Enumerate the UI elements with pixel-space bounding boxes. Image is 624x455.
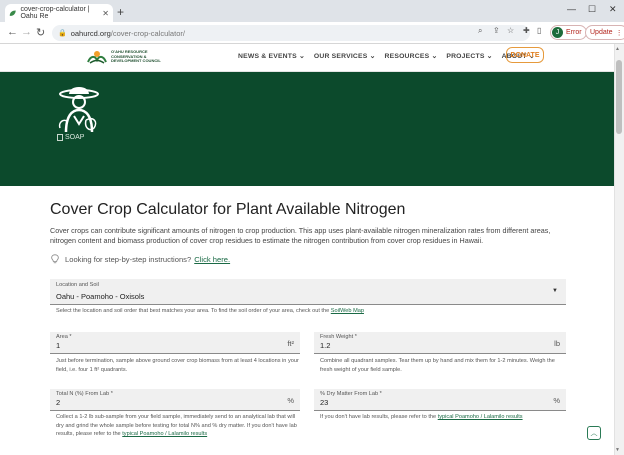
minimize-icon[interactable]: —	[567, 4, 576, 14]
more-menu-icon: ⋮	[615, 29, 623, 37]
url-path: /cover-crop-calculator/	[110, 28, 185, 38]
logo-text: O'AHU RESOURCE CONSERVATION & DEVELOPMEN…	[111, 49, 161, 64]
location-helper-text: Select the location and soil order that …	[56, 308, 330, 314]
extensions-puzzle-icon[interactable]: ✚	[523, 26, 530, 35]
area-label: Area *	[56, 334, 72, 340]
total-n-label: Total N (%) From Lab *	[56, 391, 113, 397]
site-header: O'AHU RESOURCE CONSERVATION & DEVELOPMEN…	[0, 44, 614, 72]
scrollbar-thumb[interactable]	[616, 60, 622, 134]
instructions-prompt: Looking for step-by-step instructions? C…	[50, 254, 230, 264]
url-domain: oahurcd.org	[70, 28, 111, 38]
nav-news-events[interactable]: NEWS & EVENTS ⌄	[238, 52, 305, 60]
profile-status: Error	[566, 29, 582, 36]
update-button[interactable]: Update ⋮	[585, 25, 624, 40]
browser-tab[interactable]: cover-crop-calculator | Oahu Re ✕	[5, 4, 113, 22]
dry-matter-value: 23	[320, 398, 329, 407]
fresh-weight-value: 1.2	[320, 341, 331, 350]
reload-icon[interactable]: ↻	[36, 26, 45, 39]
chevron-up-icon: ︿	[590, 430, 598, 437]
tab-title: cover-crop-calculator | Oahu Re	[20, 6, 90, 20]
dry-matter-input[interactable]: % Dry Matter From Lab * 23 %	[314, 389, 566, 411]
new-tab-button[interactable]: +	[117, 5, 124, 19]
instructions-text: Looking for step-by-step instructions?	[65, 254, 192, 264]
soap-farmer-logo-icon	[58, 87, 99, 133]
lock-icon: 🔒	[58, 30, 67, 37]
lightbulb-icon	[51, 254, 59, 264]
scroll-up-icon[interactable]: ▲	[615, 46, 620, 52]
fresh-weight-helper: Combine all quadrant samples. Tear them …	[320, 358, 555, 373]
forward-icon[interactable]: →	[21, 26, 32, 38]
soilweb-map-link[interactable]: SoilWeb Map	[331, 308, 364, 314]
soap-image-broken: SOAP	[57, 134, 84, 141]
scroll-down-icon[interactable]: ▼	[615, 447, 620, 453]
back-to-top-button[interactable]: ︿	[587, 426, 601, 440]
dry-matter-unit: %	[553, 396, 560, 405]
zoom-icon[interactable]: ⌕	[478, 26, 482, 36]
bookmark-star-icon[interactable]: ☆	[507, 26, 514, 35]
fresh-weight-label: Fresh Weight *	[320, 334, 357, 340]
area-input[interactable]: Area * 1 ft²	[50, 332, 300, 354]
rcd-logo-icon	[87, 51, 107, 64]
dry-matter-helper-text: If you don't have lab results, please re…	[320, 414, 437, 420]
total-n-helper: Collect a 1-2 lb sub-sample from your fi…	[56, 413, 300, 439]
tab-close-icon[interactable]: ✕	[102, 9, 109, 18]
total-n-value: 2	[56, 398, 61, 407]
close-window-icon[interactable]: ✕	[609, 4, 617, 15]
address-bar-row: ← → ↻ 🔒 oahurcd.org /cover-crop-calculat…	[0, 22, 624, 44]
dry-matter-helper: If you don't have lab results, please re…	[320, 413, 566, 422]
update-label: Update	[590, 29, 613, 36]
dropdown-caret-icon: ▼	[552, 288, 558, 294]
donate-button[interactable]: DONATE	[506, 47, 544, 63]
intro-text: Cover crops can contribute significant a…	[50, 226, 551, 245]
leaf-favicon-icon	[9, 10, 16, 16]
browser-tabbar: cover-crop-calculator | Oahu Re ✕ + — ☐ …	[0, 0, 624, 22]
total-n-unit: %	[287, 396, 294, 405]
soap-image-alt: SOAP	[65, 134, 85, 141]
share-icon[interactable]: ⇪	[493, 26, 500, 35]
fresh-weight-input[interactable]: Fresh Weight * 1.2 lb	[314, 332, 566, 354]
total-n-results-link[interactable]: typical Poamoho / Lalamilo results	[122, 431, 207, 437]
area-unit: ft²	[287, 339, 294, 348]
avatar: J	[552, 27, 563, 38]
nav-projects[interactable]: PROJECTS ⌄	[446, 52, 492, 60]
dry-matter-results-link[interactable]: typical Poamoho / Lalamilo results	[438, 414, 523, 420]
fresh-weight-unit: lb	[554, 339, 560, 348]
location-soil-select[interactable]: Location and Soil Oahu - Poamoho - Oxiso…	[50, 279, 566, 305]
area-value: 1	[56, 341, 61, 350]
location-soil-label: Location and Soil	[56, 282, 99, 288]
instructions-link[interactable]: Click here.	[194, 255, 230, 264]
area-helper: Just before termination, sample above gr…	[56, 358, 299, 373]
page-title: Cover Crop Calculator for Plant Availabl…	[50, 201, 406, 218]
site-logo[interactable]: O'AHU RESOURCE CONSERVATION & DEVELOPMEN…	[86, 50, 171, 64]
nav-resources[interactable]: RESOURCES ⌄	[385, 52, 438, 60]
total-n-input[interactable]: Total N (%) From Lab * 2 %	[50, 389, 300, 411]
maximize-icon[interactable]: ☐	[588, 4, 596, 15]
nav-our-services[interactable]: OUR SERVICES ⌄	[314, 52, 376, 60]
location-helper: Select the location and soil order that …	[56, 307, 566, 316]
url-field[interactable]: 🔒 oahurcd.org /cover-crop-calculator/	[52, 25, 530, 41]
hero-banner: SOAP	[0, 72, 614, 186]
profile-button[interactable]: J Error	[550, 25, 587, 40]
dry-matter-label: % Dry Matter From Lab *	[320, 391, 382, 397]
back-icon[interactable]: ←	[7, 26, 18, 38]
side-panel-icon[interactable]: ▯	[537, 26, 541, 35]
main-nav: NEWS & EVENTS ⌄ OUR SERVICES ⌄ RESOURCES…	[238, 52, 535, 60]
broken-image-icon	[57, 134, 63, 141]
location-soil-value: Oahu - Poamoho - Oxisols	[56, 292, 145, 301]
